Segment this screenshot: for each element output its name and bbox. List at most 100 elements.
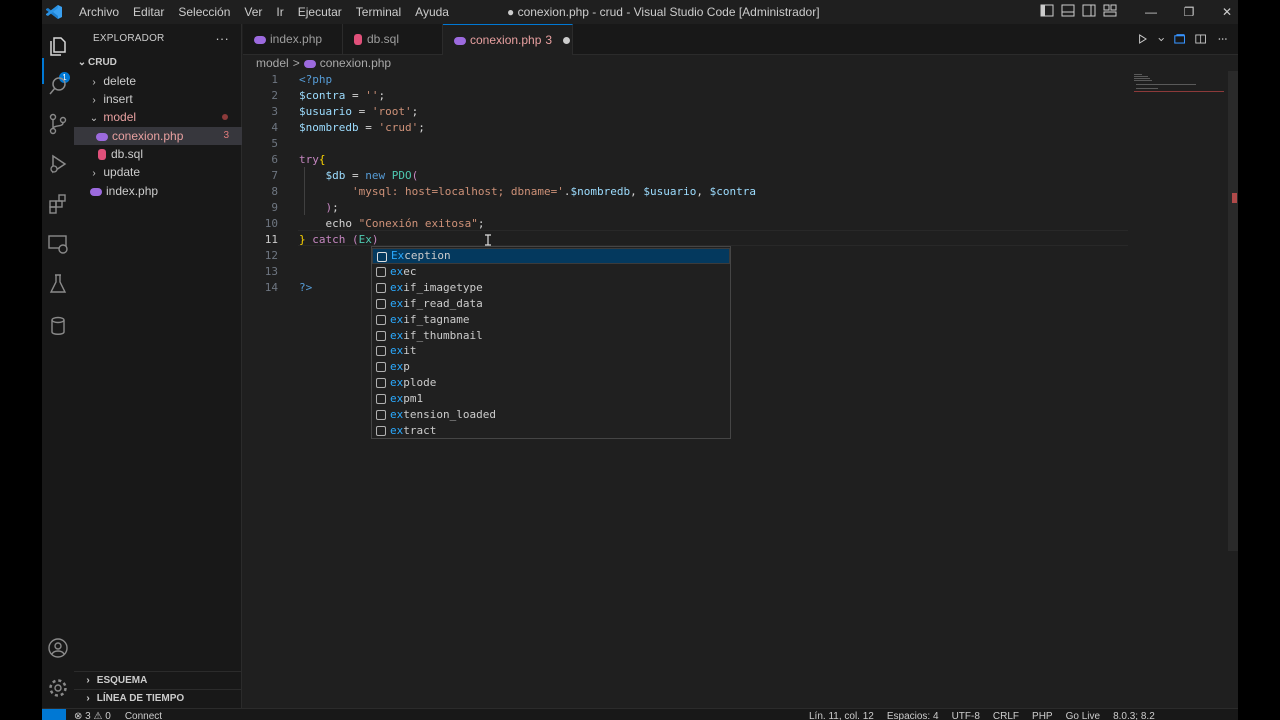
editor-tabs: index.php db.sql conexion.php 3 (243, 24, 1238, 55)
indentation-status[interactable]: Espacios: 4 (887, 709, 939, 720)
method-symbol-icon (376, 346, 386, 357)
autocomplete-suggestions[interactable]: Exception exec exif_imagetype exif_read_dat… (371, 246, 731, 439)
suggestion-item[interactable]: exif_tagname (372, 312, 730, 328)
menu-item-editar[interactable]: Editar (126, 0, 171, 24)
code-line[interactable]: ?> (299, 280, 312, 296)
toggle-primary-sidebar-icon[interactable] (1040, 4, 1055, 18)
code-line[interactable]: $db = new PDO( (299, 168, 419, 184)
breadcrumb-folder[interactable]: model (256, 56, 289, 70)
maximize-button[interactable]: ❐ (1170, 0, 1208, 24)
suggestion-item[interactable]: exif_imagetype (372, 280, 730, 296)
match-highlight: Ex (391, 249, 405, 262)
connect-status[interactable]: Connect (125, 709, 162, 720)
suggestion-label: Exception (391, 249, 451, 262)
split-editor-icon[interactable] (1195, 31, 1207, 47)
breadcrumb-file[interactable]: conexion.php (320, 56, 391, 70)
run-debug-icon[interactable] (46, 152, 70, 176)
run-file-icon[interactable] (1138, 31, 1148, 47)
suggestion-item[interactable]: exec (372, 264, 730, 280)
menu-item-terminal[interactable]: Terminal (349, 0, 408, 24)
tab-db-sql[interactable]: db.sql (343, 24, 443, 55)
code-line[interactable]: } catch (Ex) (299, 232, 378, 248)
code-line[interactable]: echo "Conexión exitosa"; (299, 216, 485, 232)
menu-item-ejecutar[interactable]: Ejecutar (291, 0, 349, 24)
open-preview-icon[interactable] (1174, 31, 1186, 47)
account-icon[interactable] (46, 636, 70, 660)
code-line[interactable]: try{ (299, 152, 326, 168)
suggestion-item[interactable]: extract (372, 423, 730, 439)
search-icon[interactable] (46, 74, 70, 98)
outline-section[interactable]: › ESQUEMA (74, 671, 242, 689)
suggestion-label: exec (390, 264, 417, 278)
suggestion-item[interactable]: exit (372, 343, 730, 359)
menu-item-ir[interactable]: Ir (269, 0, 290, 24)
unsaved-dot-icon[interactable] (563, 37, 571, 45)
testing-icon[interactable] (46, 272, 70, 296)
toggle-secondary-sidebar-icon[interactable] (1082, 4, 1097, 18)
go-live-button[interactable]: Go Live (1066, 709, 1100, 720)
more-actions-icon[interactable] (1217, 31, 1228, 47)
menu-item-selección[interactable]: Selección (171, 0, 237, 24)
code-line[interactable]: $usuario = 'root'; (299, 104, 418, 120)
line-number: 4 (271, 121, 278, 134)
more-actions-icon[interactable]: ··· (215, 24, 229, 54)
remote-explorer-icon[interactable] (46, 232, 70, 256)
tree-file-db-sql[interactable]: db.sql (74, 145, 242, 163)
encoding-status[interactable]: UTF-8 (952, 709, 980, 720)
match-highlight: ex (390, 344, 404, 358)
cursor-position[interactable]: Lín. 11, col. 12 (809, 709, 874, 720)
workspace-root[interactable]: ⌄ CRUD (74, 54, 242, 72)
chevron-down-icon: ⌄ (77, 57, 87, 68)
eol-status[interactable]: CRLF (993, 709, 1019, 720)
code-line[interactable]: 'mysql: host=localhost; dbname='.$nombre… (299, 184, 756, 200)
tree-folder-update[interactable]: › update (74, 163, 242, 181)
explorer-icon[interactable] (46, 34, 70, 58)
settings-gear-icon[interactable] (46, 676, 70, 700)
tree-file-conexion-php[interactable]: conexion.php 3 (74, 127, 242, 145)
code-line[interactable]: ); (299, 200, 339, 216)
method-symbol-icon (376, 378, 386, 389)
suggestion-item[interactable]: expm1 (372, 391, 730, 407)
menu-item-ver[interactable]: Ver (237, 0, 269, 24)
suggestion-item[interactable]: explode (372, 375, 730, 391)
menu-item-ayuda[interactable]: Ayuda (408, 0, 456, 24)
menu-item-archivo[interactable]: Archivo (72, 0, 126, 24)
tree-file-index-php[interactable]: index.php (74, 182, 242, 200)
code-token: . (563, 185, 571, 198)
tree-folder-model[interactable]: ⌄ model (74, 108, 242, 126)
database-icon[interactable] (46, 314, 70, 338)
code-token: = (345, 89, 366, 102)
minimap[interactable] (1128, 71, 1228, 708)
chevron-down-icon[interactable] (1158, 31, 1164, 47)
problems-status[interactable]: ⊗ 3 ⚠ 0 (74, 709, 111, 720)
language-mode[interactable]: PHP (1032, 709, 1053, 720)
suggestion-item[interactable]: Exception (372, 248, 730, 264)
timeline-section[interactable]: › LÍNEA DE TIEMPO (74, 689, 242, 707)
suggestion-item[interactable]: exp (372, 359, 730, 375)
suggestion-item[interactable]: exif_thumbnail (372, 328, 730, 344)
code-token: ; (332, 201, 339, 214)
suggestion-item[interactable]: extension_loaded (372, 407, 730, 423)
tab-index-php[interactable]: index.php (243, 24, 343, 55)
code-token: = (351, 105, 372, 118)
title-bar: Archivo Editar Selección Ver Ir Ejecutar Termi… (42, 0, 1238, 24)
extensions-icon[interactable] (46, 192, 70, 216)
php-version-status[interactable]: 8.0.3; 8.2 (1113, 709, 1155, 720)
line-number: 14 (264, 281, 278, 294)
suggestion-label: exif_thumbnail (390, 328, 483, 342)
tab-conexion-php[interactable]: conexion.php 3 (443, 24, 573, 55)
code-line[interactable]: $nombredb = 'crud'; (299, 120, 425, 136)
suggestion-item[interactable]: exif_read_data (372, 296, 730, 312)
vertical-scrollbar[interactable] (1228, 71, 1238, 551)
tree-folder-delete[interactable]: › delete (74, 72, 242, 90)
active-view-indicator (42, 58, 44, 84)
code-line[interactable]: <?php (299, 72, 332, 88)
customize-layout-icon[interactable] (1103, 4, 1118, 18)
toggle-panel-icon[interactable] (1061, 4, 1076, 18)
tree-folder-insert[interactable]: › insert (74, 90, 242, 108)
minimize-button[interactable]: — (1132, 0, 1170, 24)
source-control-icon[interactable] (46, 112, 70, 136)
remote-indicator-icon[interactable] (42, 709, 66, 720)
close-button[interactable]: ✕ (1208, 0, 1238, 24)
code-line[interactable]: $contra = ''; (299, 88, 385, 104)
